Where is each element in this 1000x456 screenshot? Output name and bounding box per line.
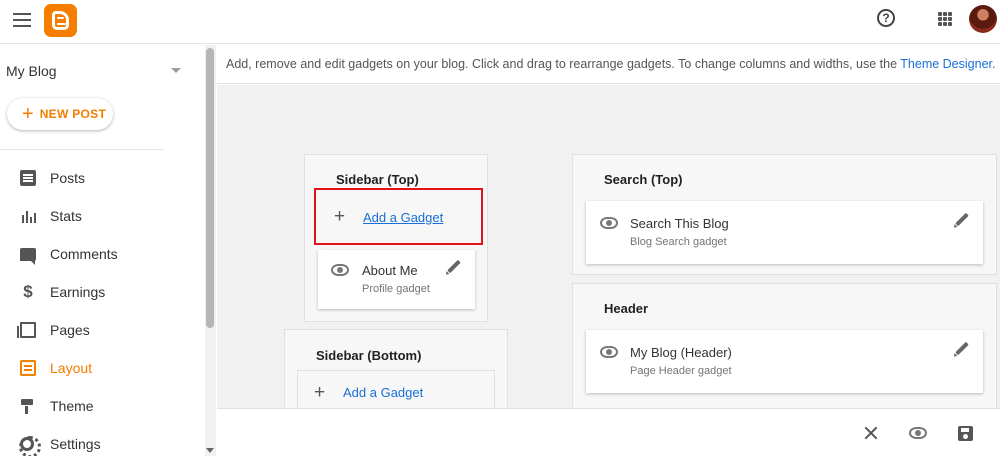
sidebar-item-label: Pages	[50, 322, 90, 338]
eye-icon[interactable]	[600, 346, 618, 358]
sidebar-item-comments[interactable]: Comments	[0, 235, 205, 273]
eye-icon[interactable]	[331, 264, 349, 276]
preview-eye-icon[interactable]	[909, 427, 927, 439]
dollar-icon: $	[23, 282, 33, 301]
sidebar-item-label: Layout	[50, 360, 93, 376]
gear-icon	[19, 436, 41, 456]
sidebar-item-settings[interactable]: Settings	[0, 425, 205, 456]
help-icon[interactable]: ?	[877, 9, 895, 27]
sidebar-item-layout[interactable]: Layout	[0, 349, 205, 387]
eye-icon[interactable]	[600, 217, 618, 229]
plus-icon: +	[334, 206, 346, 227]
sidebar-scrollbar-thumb[interactable]	[206, 48, 214, 328]
sidebar-item-posts[interactable]: Posts	[0, 159, 205, 197]
sidebar-item-label: Posts	[50, 170, 86, 186]
comments-icon	[20, 247, 36, 265]
sidebar-item-theme[interactable]: Theme	[0, 387, 205, 425]
close-icon[interactable]	[864, 426, 878, 440]
pages-icon	[17, 322, 36, 338]
section-title: Sidebar (Top)	[336, 172, 419, 187]
info-message: Add, remove and edit gadgets on your blo…	[226, 57, 901, 71]
edit-pencil-icon[interactable]	[955, 341, 969, 356]
gadget-title: My Blog (Header)	[630, 345, 732, 360]
sidebar-item-earnings[interactable]: $ Earnings	[0, 273, 205, 311]
section-title: Search (Top)	[604, 172, 683, 187]
save-icon[interactable]	[958, 426, 973, 441]
sidebar-nav: Posts Stats Comments $ Earnings Pages La…	[0, 159, 205, 456]
layout-icon	[20, 360, 36, 376]
add-gadget-highlight: + Add a Gadget	[314, 188, 483, 245]
sidebar-item-label: Settings	[50, 436, 101, 452]
edit-pencil-icon[interactable]	[955, 212, 969, 227]
theme-icon	[20, 398, 36, 414]
edit-pencil-icon[interactable]	[447, 259, 461, 274]
scroll-down-arrow-icon[interactable]	[206, 448, 214, 453]
gadget-subtitle: Profile gadget	[362, 283, 430, 295]
theme-designer-link[interactable]: Theme Designer	[900, 57, 992, 71]
new-post-button[interactable]: + NEW POST	[7, 98, 113, 130]
section-search-top[interactable]: Search (Top) Search This Blog Blog Searc…	[572, 154, 997, 275]
section-title: Header	[604, 301, 649, 316]
posts-icon	[20, 170, 36, 186]
apps-grid-icon[interactable]	[938, 12, 952, 26]
chevron-down-icon[interactable]	[171, 68, 181, 73]
plus-icon: +	[314, 382, 326, 403]
top-app-bar: ?	[0, 0, 1000, 44]
section-title: Sidebar (Bottom)	[316, 348, 422, 363]
plus-icon: +	[22, 103, 34, 125]
gadget-about-me[interactable]: About Me Profile gadget	[318, 250, 475, 309]
menu-icon[interactable]	[13, 13, 31, 27]
section-sidebar-bottom[interactable]: Sidebar (Bottom) + Add a Gadget	[284, 329, 508, 420]
gadget-search-this-blog[interactable]: Search This Blog Blog Search gadget	[586, 201, 983, 264]
gadget-title: About Me	[362, 263, 418, 278]
sidebar-item-label: Stats	[50, 208, 82, 224]
gadget-subtitle: Page Header gadget	[630, 365, 732, 377]
gadget-title: Search This Blog	[630, 216, 729, 231]
new-post-label: NEW POST	[39, 107, 107, 121]
add-gadget-link[interactable]: Add a Gadget	[363, 210, 443, 225]
sidebar: My Blog + NEW POST Posts Stats Comments …	[0, 45, 205, 456]
add-gadget-link[interactable]: Add a Gadget	[343, 385, 423, 400]
section-header[interactable]: Header My Blog (Header) Page Header gadg…	[572, 283, 997, 419]
blog-selector[interactable]: My Blog	[6, 63, 57, 79]
blogger-logo[interactable]	[44, 4, 77, 37]
sidebar-item-label: Earnings	[50, 284, 106, 300]
divider	[0, 149, 164, 150]
stats-icon	[20, 208, 36, 224]
info-period: .	[992, 57, 996, 71]
layout-editor: Add, remove and edit gadgets on your blo…	[217, 45, 1000, 456]
info-text: Add, remove and edit gadgets on your blo…	[226, 57, 995, 71]
gadget-my-blog-header[interactable]: My Blog (Header) Page Header gadget	[586, 330, 983, 393]
avatar[interactable]	[969, 5, 997, 33]
sidebar-item-pages[interactable]: Pages	[0, 311, 205, 349]
sidebar-item-stats[interactable]: Stats	[0, 197, 205, 235]
layout-canvas: Sidebar (Top) About Me Profile gadget + …	[217, 85, 1000, 420]
info-bar: Add, remove and edit gadgets on your blo…	[217, 45, 1000, 84]
gadget-subtitle: Blog Search gadget	[630, 236, 727, 248]
action-bar	[217, 408, 1000, 456]
sidebar-item-label: Comments	[50, 246, 118, 262]
sidebar-item-label: Theme	[50, 398, 94, 414]
